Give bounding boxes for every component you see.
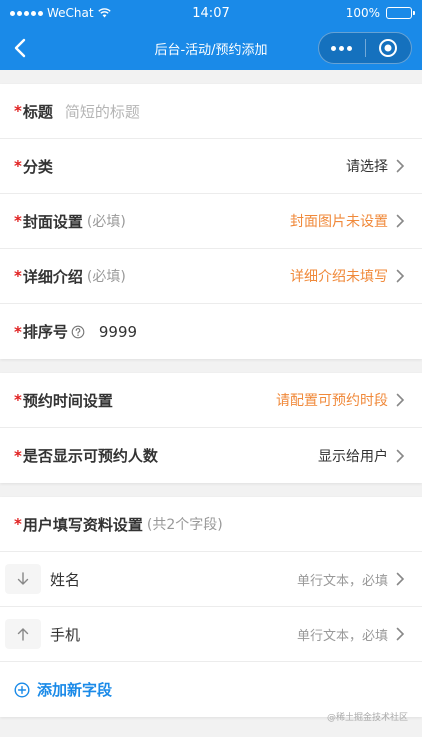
add-field-button[interactable]: 添加新字段 <box>0 662 422 717</box>
detail-row[interactable]: * 详细介绍 (必填) 详细介绍未填写 <box>0 249 422 304</box>
title-row: * 标题 简短的标题 <box>0 84 422 139</box>
chevron-right-icon <box>396 627 406 641</box>
chevron-left-icon <box>14 38 26 58</box>
add-field-label: 添加新字段 <box>37 681 113 699</box>
wifi-icon <box>97 8 111 18</box>
field-row-phone[interactable]: 手机 单行文本，必填 <box>0 607 422 662</box>
sort-row: * 排序号 9999 <box>0 304 422 359</box>
field-name: 姓名 <box>50 570 81 589</box>
booking-time-status: 请配置可预约时段 <box>276 393 388 409</box>
booking-time-row[interactable]: * 预约时间设置 请配置可预约时段 <box>0 373 422 428</box>
target-close-icon <box>379 39 398 57</box>
cover-row[interactable]: * 封面设置 (必填) 封面图片未设置 <box>0 194 422 249</box>
category-label: * 分类 <box>14 157 53 176</box>
status-left: WeChat <box>10 6 111 20</box>
nav-bar: 后台-活动/预约添加 <box>0 26 422 70</box>
mini-program-capsule <box>318 32 412 64</box>
field-desc: 单行文本，必填 <box>296 573 388 589</box>
sort-label: * 排序号 <box>14 322 68 342</box>
basic-info-section: * 标题 简短的标题 * 分类 请选择 * 封面设置 (必填) 封面图片未设置 * 详细介… <box>0 84 422 359</box>
chevron-right-icon <box>396 393 406 407</box>
user-fields-header: * 用户填写资料设置 (共2个字段) <box>0 497 422 552</box>
chevron-right-icon <box>396 214 406 228</box>
booking-section: * 预约时间设置 请配置可预约时段 * 是否显示可预约人数 显示给用户 <box>0 373 422 483</box>
show-count-row[interactable]: * 是否显示可预约人数 显示给用户 <box>0 428 422 483</box>
phone-screen: WeChat 14:07 100% 后台-活动/预约添加 * 标题 简短的标题 … <box>0 0 422 737</box>
move-up-button[interactable] <box>5 619 41 649</box>
field-name: 手机 <box>50 625 81 644</box>
chevron-right-icon <box>396 449 406 463</box>
signal-icon <box>10 10 43 16</box>
more-button[interactable] <box>319 33 365 63</box>
show-count-value: 显示给用户 <box>318 448 388 465</box>
title-input[interactable]: 简短的标题 <box>65 101 140 122</box>
chevron-right-icon <box>396 159 406 173</box>
plus-circle-icon <box>14 681 30 698</box>
help-icon[interactable] <box>71 325 85 339</box>
cover-label: * 封面设置 (必填) <box>14 212 126 231</box>
title-label: * 标题 <box>14 102 53 121</box>
status-right: 100% <box>345 6 415 20</box>
move-down-button[interactable] <box>5 564 41 594</box>
field-desc: 单行文本，必填 <box>296 628 388 644</box>
watermark: @稀土掘金技术社区 <box>326 713 408 723</box>
battery-percent: 100% <box>345 6 380 20</box>
booking-time-label: * 预约时间设置 <box>14 391 113 410</box>
close-button[interactable] <box>366 33 412 63</box>
arrow-down-icon <box>17 572 29 585</box>
user-fields-section: *用户填写资料设置(共2个字段) 姓名 单行文本，必填 手机 单行文本，必填 <box>0 497 422 717</box>
carrier-name: WeChat <box>47 6 94 20</box>
battery-icon <box>386 7 415 19</box>
category-row[interactable]: * 分类 请选择 <box>0 139 422 194</box>
status-bar: WeChat 14:07 100% <box>0 0 422 26</box>
field-row-name[interactable]: 姓名 单行文本，必填 <box>0 552 422 607</box>
user-fields-label: * 用户填写资料设置 (共2个字段) <box>14 515 223 534</box>
detail-status: 详细介绍未填写 <box>290 269 388 285</box>
category-value: 请选择 <box>346 159 388 175</box>
detail-label: * 详细介绍 (必填) <box>14 267 126 286</box>
sort-input[interactable]: 9999 <box>99 323 137 341</box>
back-button[interactable] <box>0 26 40 70</box>
cover-status: 封面图片未设置 <box>290 214 388 230</box>
more-icon <box>331 45 337 51</box>
arrow-up-icon <box>17 628 29 641</box>
chevron-right-icon <box>396 572 406 586</box>
chevron-right-icon <box>396 269 406 283</box>
show-count-label: * 是否显示可预约人数 <box>14 446 158 466</box>
